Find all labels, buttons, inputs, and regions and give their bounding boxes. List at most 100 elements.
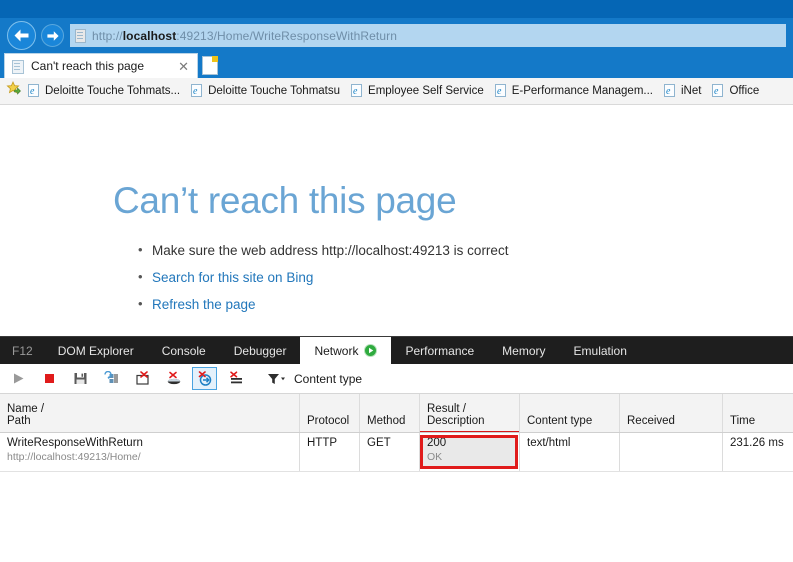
clear-cache-button[interactable] [161, 367, 186, 390]
svg-text:e: e [666, 86, 671, 97]
request-content-type: text/html [527, 437, 571, 449]
clear-on-navigate-button[interactable] [223, 367, 248, 390]
cell-time: 231.26 ms [723, 433, 793, 471]
forward-button[interactable] [41, 24, 64, 47]
favorite-item[interactable]: e Office [712, 84, 759, 98]
new-tab-button[interactable] [202, 56, 218, 75]
page-content: Can’t reach this page Make sure the web … [0, 105, 793, 336]
address-host: localhost [122, 28, 177, 43]
back-arrow-icon [14, 29, 29, 42]
table-row[interactable]: WriteResponseWithReturn http://localhost… [0, 433, 793, 472]
export-as-har-button[interactable] [68, 367, 93, 390]
favorite-item[interactable]: e Deloitte Touche Tohmats... [28, 84, 180, 98]
column-header-result-description[interactable]: Result / Description [420, 394, 520, 432]
request-protocol: HTTP [307, 437, 338, 449]
column-header-content-type[interactable]: Content type [520, 394, 620, 432]
cell-protocol: HTTP [300, 433, 360, 471]
import-icon [103, 371, 118, 383]
ie-icon: e [191, 84, 204, 98]
f12-label: F12 [12, 343, 33, 358]
content-type-filter-label: Content type [294, 371, 363, 386]
forward-arrow-icon [46, 30, 59, 41]
tab-console[interactable]: Console [148, 337, 220, 364]
funnel-icon [267, 373, 285, 384]
favorite-label: Employee Self Service [368, 85, 484, 97]
request-time: 231.26 ms [730, 437, 784, 449]
column-header-line1: Result / [427, 403, 466, 415]
clear-session-icon [135, 371, 149, 385]
list-item[interactable]: Search for this site on Bing [138, 269, 508, 286]
cell-content-type: text/html [520, 433, 620, 471]
column-header-line1: Name / [7, 403, 45, 415]
column-header-line2: Method [367, 415, 406, 427]
page-title: Can’t reach this page [113, 180, 457, 221]
svg-text:e: e [353, 86, 358, 97]
column-sort-underline [420, 431, 519, 432]
favorite-label: iNet [681, 85, 702, 97]
address-bar[interactable]: http://localhost:49213/Home/WriteRespons… [70, 24, 786, 47]
tab-memory[interactable]: Memory [488, 337, 559, 364]
ie-icon: e [494, 84, 508, 98]
column-header-method[interactable]: Method [360, 394, 420, 432]
network-toolbar: Content type [0, 364, 793, 394]
column-header-protocol[interactable]: Protocol [300, 394, 360, 432]
page-icon [75, 29, 86, 43]
table-header-row: Name / Path Protocol Method Result / Des… [0, 394, 793, 433]
tab-network[interactable]: Network [300, 337, 392, 364]
clear-cookies-button[interactable] [192, 367, 217, 390]
svg-text:e: e [714, 86, 719, 97]
back-button[interactable] [7, 21, 36, 50]
column-header-time[interactable]: Time [723, 394, 793, 432]
column-header-line2: Received [627, 415, 675, 427]
address-prefix: http:// [92, 28, 123, 43]
browser-window: http://localhost:49213/Home/WriteRespons… [0, 0, 793, 336]
tab-debugger[interactable]: Debugger [220, 337, 301, 364]
request-name: WriteResponseWithReturn [7, 437, 143, 449]
column-header-name-path[interactable]: Name / Path [0, 394, 300, 432]
column-header-line2: Content type [527, 415, 593, 427]
tab-performance[interactable]: Performance [391, 337, 488, 364]
start-profiling-button[interactable] [6, 367, 31, 390]
table-empty-area [0, 472, 793, 562]
tab-close-icon[interactable]: ✕ [178, 60, 189, 73]
column-header-line2: Time [730, 415, 756, 427]
favorite-label: Deloitte Touche Tohmats... [45, 85, 181, 97]
list-item[interactable]: Refresh the page [138, 296, 508, 313]
column-header-received[interactable]: Received [620, 394, 723, 432]
favorite-label: Deloitte Touche Tohmatsu [208, 85, 341, 97]
green-play-icon [364, 344, 378, 357]
browser-tab[interactable]: Can't reach this page ✕ [4, 53, 198, 78]
ie-icon: e [351, 84, 364, 98]
tab-title: Can't reach this page [31, 59, 145, 73]
ie-icon: e [28, 84, 41, 98]
tab-emulation[interactable]: Emulation [560, 337, 641, 364]
request-method: GET [367, 437, 391, 449]
import-har-button[interactable] [99, 367, 124, 390]
cell-received [620, 433, 723, 471]
favorite-item[interactable]: e Employee Self Service [351, 84, 484, 98]
svg-text:e: e [30, 86, 35, 97]
clear-entries-button[interactable] [130, 367, 155, 390]
stop-record-icon [45, 374, 54, 383]
clear-on-navigate-icon [229, 371, 242, 384]
favorite-item[interactable]: e Deloitte Touche Tohmatsu [191, 84, 340, 98]
content-type-filter-button[interactable] [263, 367, 288, 390]
favorites-star-icon[interactable] [6, 80, 21, 101]
ie-icon: e [664, 84, 677, 98]
request-result-description: OK [427, 451, 443, 463]
favorite-item[interactable]: e E-Performance Managem... [494, 84, 653, 98]
suggestion-list: Make sure the web address http://localho… [130, 242, 508, 324]
stop-profiling-button[interactable] [37, 367, 62, 390]
network-table: Name / Path Protocol Method Result / Des… [0, 394, 793, 562]
tab-dom-explorer[interactable]: DOM Explorer [44, 337, 148, 364]
tab-network-label: Network [314, 343, 359, 358]
favorite-label: E-Performance Managem... [511, 85, 653, 97]
column-header-line2: Protocol [307, 415, 350, 427]
favorites-bar: e Deloitte Touche Tohmats... e Deloitte … [0, 78, 793, 105]
tab-favicon-icon [12, 59, 25, 74]
request-result-code: 200 [427, 437, 447, 449]
list-item: Make sure the web address http://localho… [138, 242, 508, 259]
favorite-item[interactable]: e iNet [664, 84, 701, 98]
cell-method: GET [360, 433, 420, 471]
clear-cache-icon [167, 371, 180, 385]
